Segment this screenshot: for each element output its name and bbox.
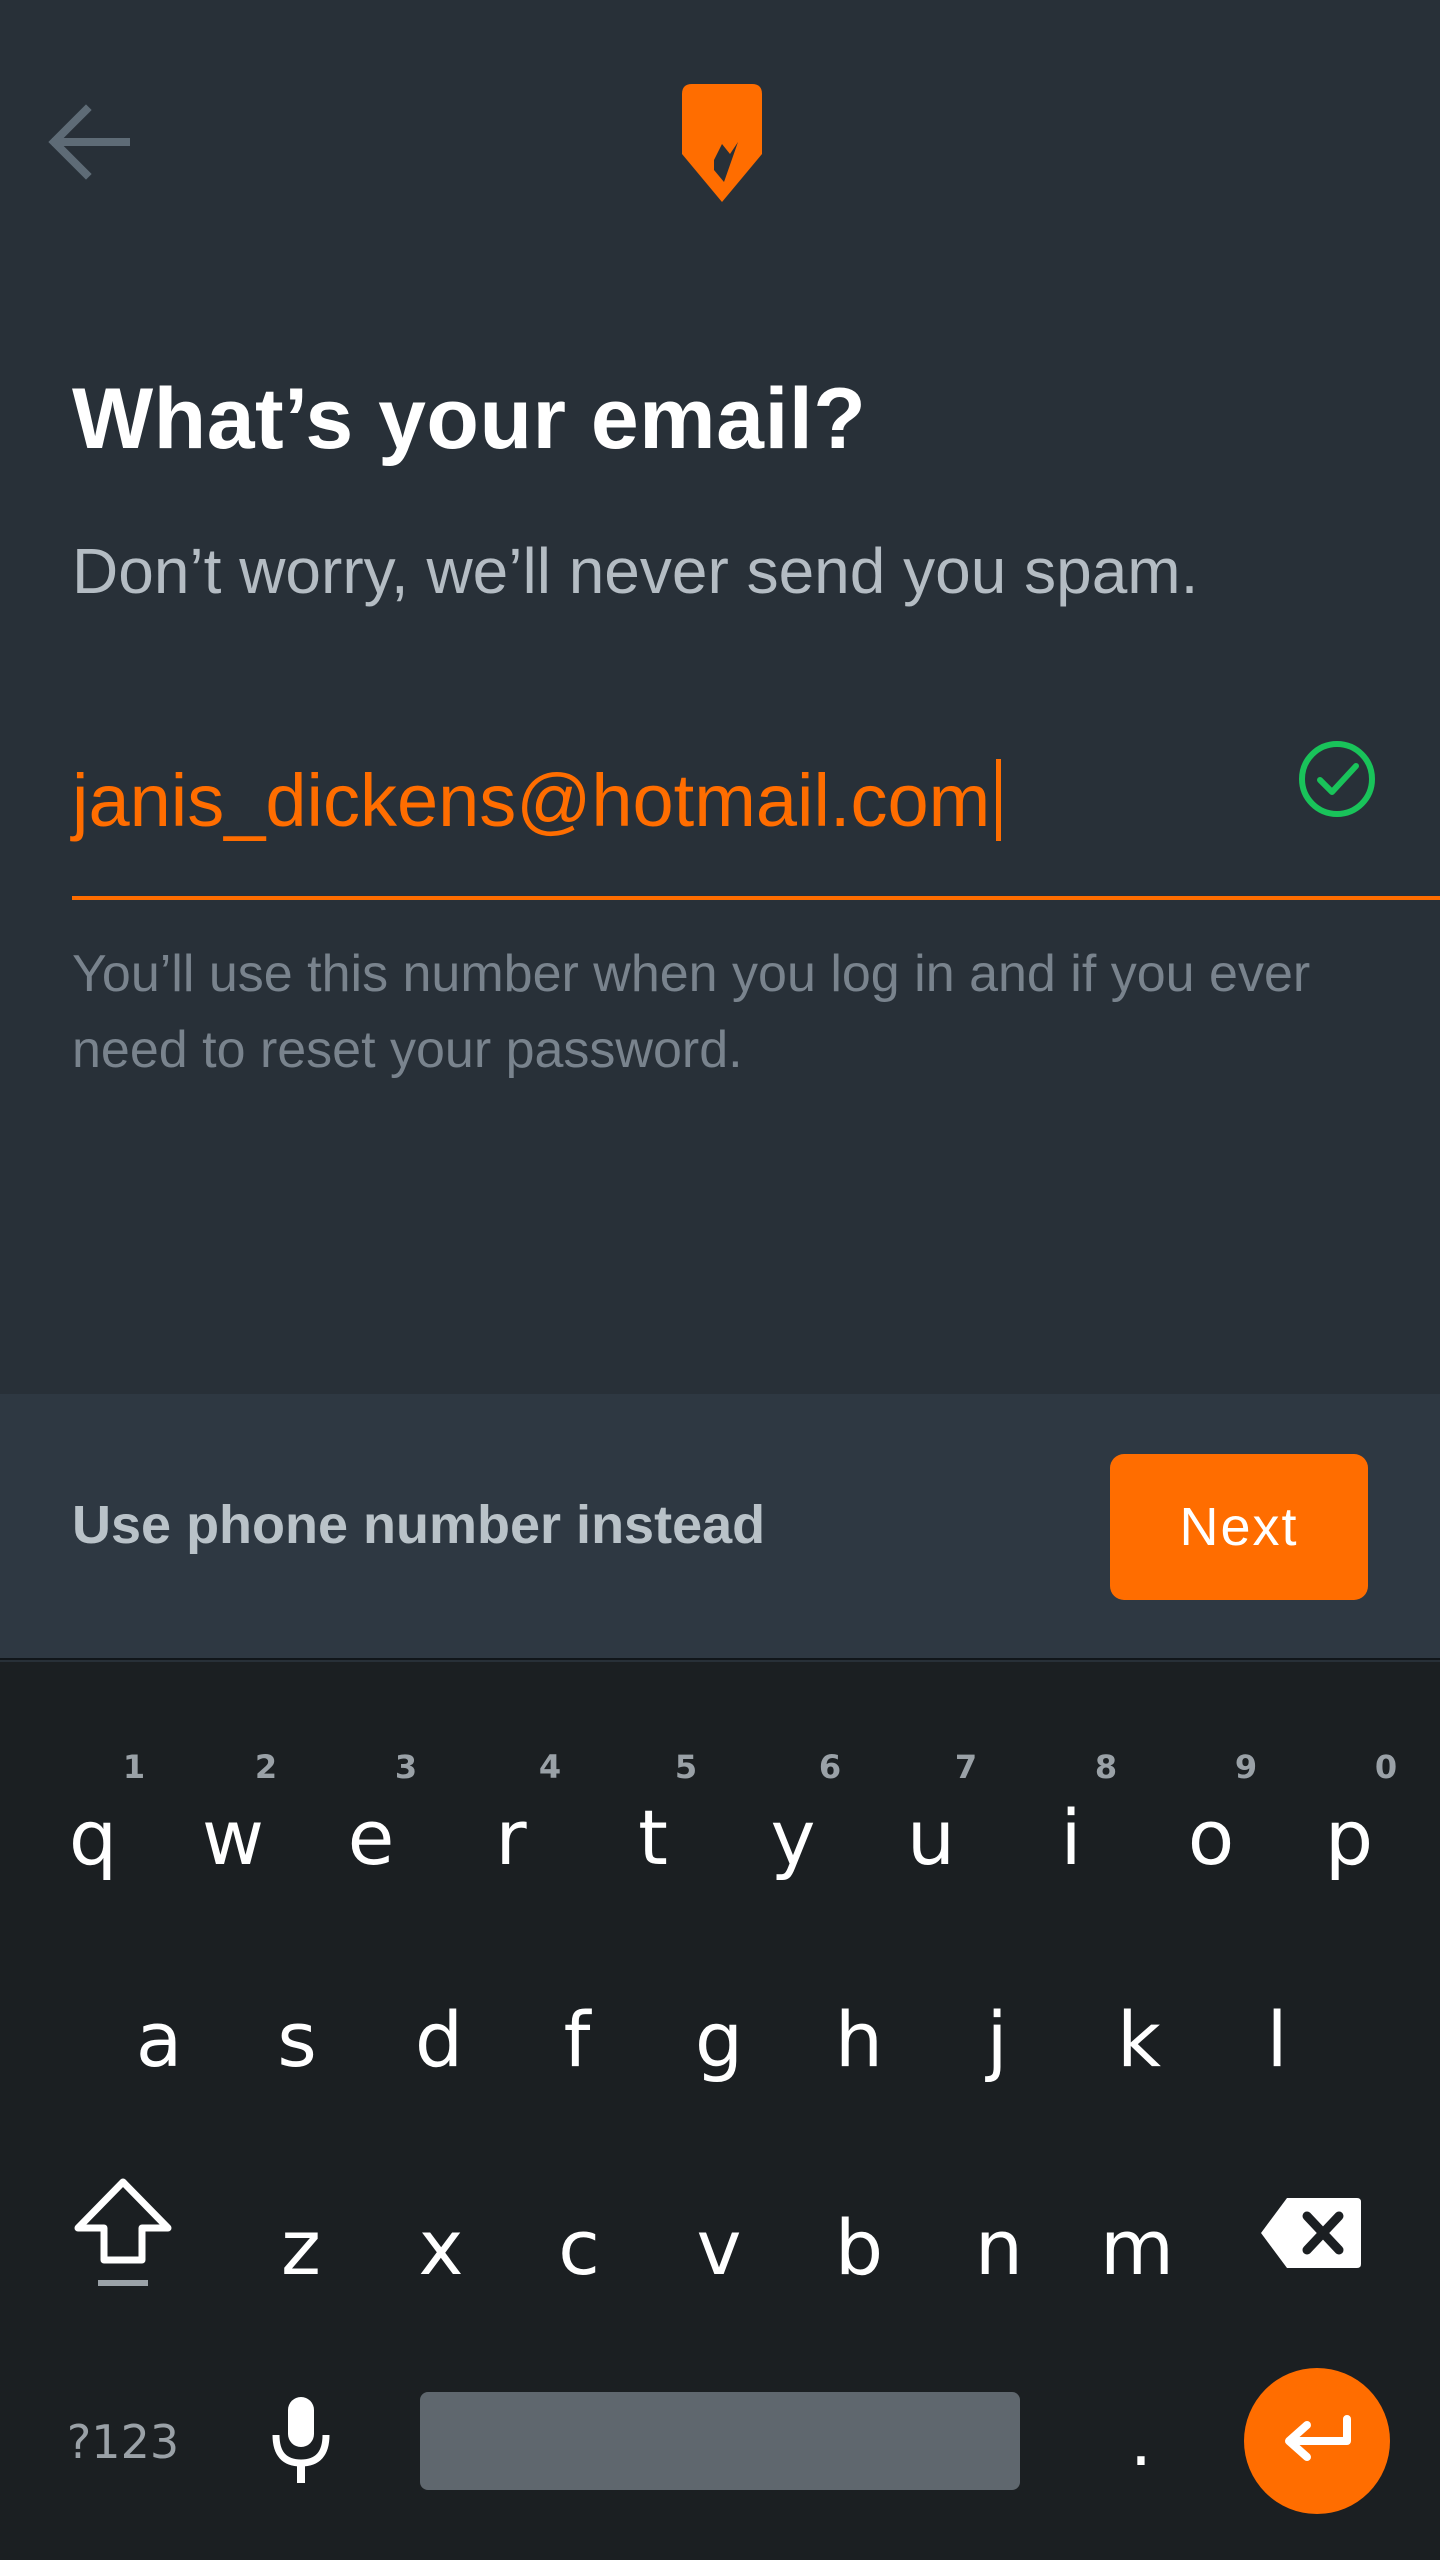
key-k[interactable]: k [1074, 1954, 1204, 2124]
key-t[interactable]: t [588, 1752, 718, 1922]
back-button[interactable] [28, 82, 148, 202]
key-u[interactable]: u [866, 1752, 996, 1922]
screen: What’s your email? Don’t worry, we’ll ne… [0, 0, 1440, 2560]
key-p[interactable]: p [1284, 1752, 1414, 1922]
key-f[interactable]: f [512, 1954, 642, 2124]
key-i[interactable]: i [1006, 1752, 1136, 1922]
key-h[interactable]: h [794, 1954, 924, 2124]
key-x[interactable]: x [376, 2162, 506, 2332]
use-phone-link[interactable]: Use phone number instead [72, 1494, 765, 1556]
backspace-key[interactable] [1246, 2148, 1376, 2318]
enter-icon [1285, 2415, 1351, 2461]
key-d[interactable]: d [374, 1954, 504, 2124]
symbols-key[interactable]: ?123 [48, 2402, 198, 2482]
key-e[interactable]: e [306, 1752, 436, 1922]
email-value: janis_dickens@hotmail.com [72, 758, 991, 842]
key-j[interactable]: j [932, 1954, 1062, 2124]
key-w[interactable]: w [168, 1752, 298, 1922]
arrow-left-icon [48, 104, 130, 180]
key-n[interactable]: n [934, 2162, 1064, 2332]
key-z[interactable]: z [236, 2162, 366, 2332]
next-button[interactable]: Next [1110, 1454, 1368, 1600]
microphone-key[interactable] [236, 2356, 366, 2526]
check-circle-icon [1299, 741, 1375, 817]
key-l[interactable]: l [1212, 1954, 1342, 2124]
backspace-icon [1261, 2198, 1361, 2268]
key-s[interactable]: s [232, 1954, 362, 2124]
brand-logo-icon [682, 84, 762, 202]
key-a[interactable]: a [94, 1954, 224, 2124]
key-g[interactable]: g [654, 1954, 784, 2124]
shift-icon [74, 2178, 172, 2286]
key-v[interactable]: v [654, 2162, 784, 2332]
key-y[interactable]: y [728, 1752, 858, 1922]
action-bar: Use phone number instead Next [0, 1394, 1440, 1660]
text-caret [996, 759, 1002, 841]
shift-key[interactable] [58, 2148, 188, 2318]
keyboard: 1 2 3 4 5 6 7 8 9 0 q w e r t y u i o p … [0, 1662, 1440, 2560]
key-r[interactable]: r [446, 1752, 576, 1922]
key-b[interactable]: b [794, 2162, 924, 2332]
key-o[interactable]: o [1146, 1752, 1276, 1922]
enter-key[interactable] [1244, 2368, 1390, 2514]
key-m[interactable]: m [1072, 2162, 1202, 2332]
helper-text: You’ll use this number when you log in a… [72, 945, 1311, 1079]
key-q[interactable]: q [28, 1752, 158, 1922]
key-c[interactable]: c [514, 2162, 644, 2332]
microphone-icon [272, 2397, 330, 2483]
page-title: What’s your email? [72, 371, 867, 467]
period-key[interactable]: . [1076, 2356, 1206, 2526]
page-subtitle: Don’t worry, we’ll never send you spam. [72, 535, 1199, 607]
email-field[interactable]: janis_dickens@hotmail.com [72, 720, 1440, 900]
space-key[interactable] [420, 2392, 1020, 2490]
email-input[interactable]: janis_dickens@hotmail.com [72, 740, 1232, 860]
